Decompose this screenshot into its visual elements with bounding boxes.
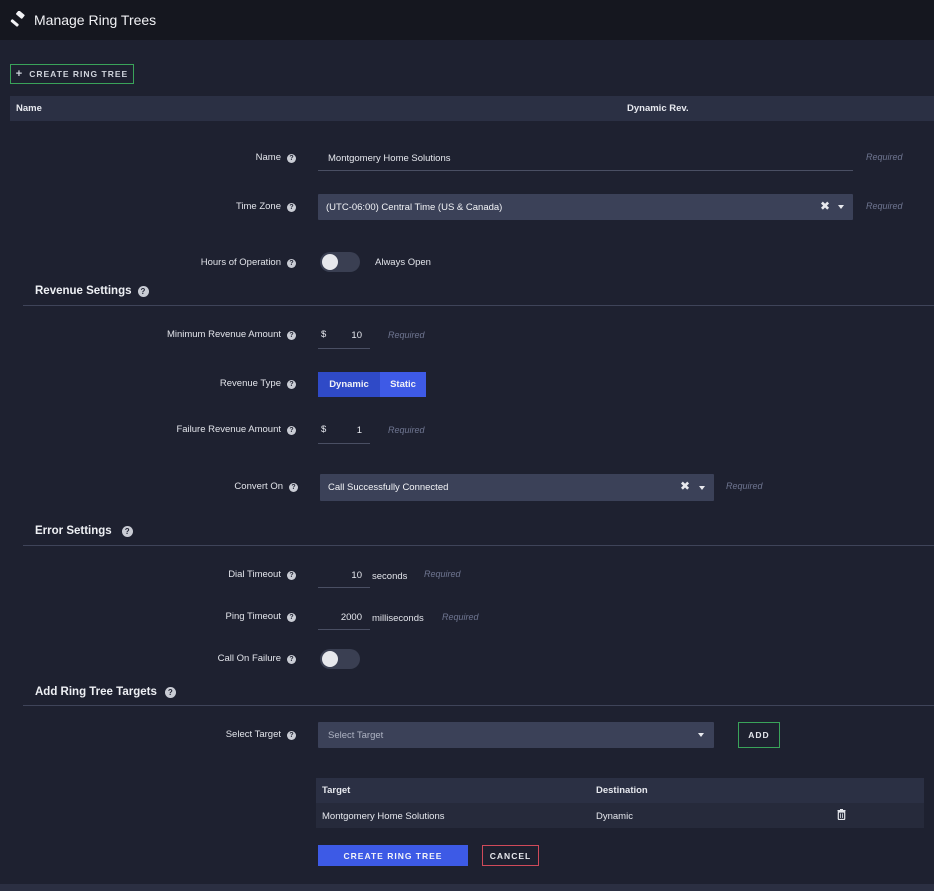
select-target-dropdown[interactable]: Select Target	[318, 722, 714, 748]
help-icon[interactable]: ?	[287, 259, 296, 268]
plus-icon: +	[15, 68, 24, 80]
column-dynamic-rev: Dynamic Rev.	[627, 103, 689, 114]
gavel-icon	[10, 11, 25, 27]
help-icon[interactable]: ?	[287, 154, 296, 163]
chevron-down-icon[interactable]	[838, 205, 844, 209]
column-target: Target	[322, 785, 351, 796]
min-revenue-required: Required	[388, 330, 425, 340]
time-zone-select[interactable]: (UTC-06:00) Central Time (US & Canada) ✖	[318, 194, 853, 220]
dial-timeout-unit: seconds	[372, 571, 408, 582]
failure-revenue-required: Required	[388, 425, 425, 435]
revenue-settings-title: Revenue Settings?	[35, 285, 149, 297]
chevron-down-icon[interactable]	[698, 733, 704, 737]
clear-icon[interactable]: ✖	[680, 480, 690, 492]
dial-timeout-input[interactable]: 10	[318, 562, 370, 588]
error-settings-title: Error Settings?	[35, 525, 133, 537]
column-name: Name	[16, 103, 42, 114]
top-bar: Manage Ring Trees	[0, 0, 934, 40]
target-cell: Montgomery Home Solutions	[322, 811, 445, 822]
select-target-label: Select Target?	[140, 729, 296, 740]
create-ring-tree-label: CREATE RING TREE	[29, 69, 129, 79]
hours-value: Always Open	[375, 257, 431, 268]
ping-timeout-required: Required	[442, 612, 479, 622]
convert-on-required: Required	[726, 481, 763, 491]
targets-table-header: Target Destination	[316, 778, 924, 803]
currency-symbol: $	[321, 329, 327, 340]
name-required: Required	[866, 152, 903, 162]
name-input[interactable]: Montgomery Home Solutions	[318, 145, 853, 171]
bottom-bar	[0, 884, 934, 891]
help-icon[interactable]: ?	[121, 526, 133, 537]
failure-revenue-label: Failure Revenue Amount?	[100, 424, 296, 435]
trash-icon[interactable]	[837, 809, 846, 820]
call-on-failure-toggle[interactable]	[320, 649, 360, 669]
destination-cell: Dynamic	[596, 811, 633, 822]
help-icon[interactable]: ?	[137, 286, 149, 297]
currency-symbol: $	[321, 424, 327, 435]
column-destination: Destination	[596, 785, 648, 796]
revenue-type-dynamic[interactable]: Dynamic	[318, 372, 380, 397]
table-row: Montgomery Home Solutions Dynamic	[316, 803, 924, 828]
ping-timeout-input[interactable]: 2000	[318, 604, 370, 630]
help-icon[interactable]: ?	[287, 380, 296, 389]
help-icon[interactable]: ?	[289, 483, 298, 492]
toggle-knob	[322, 651, 338, 667]
clear-icon[interactable]: ✖	[820, 200, 830, 212]
convert-on-label: Convert On?	[140, 481, 298, 492]
cancel-button[interactable]: CANCEL	[482, 845, 539, 866]
help-icon[interactable]: ?	[164, 687, 176, 698]
ring-tree-table-header: Name Dynamic Rev.	[10, 96, 934, 121]
ping-timeout-unit: milliseconds	[372, 613, 424, 624]
page-title: Manage Ring Trees	[34, 12, 157, 28]
create-ring-tree-submit-button[interactable]: CREATE RING TREE	[318, 845, 468, 866]
add-targets-title: Add Ring Tree Targets?	[35, 686, 176, 698]
help-icon[interactable]: ?	[287, 613, 296, 622]
call-on-failure-label: Call On Failure?	[140, 653, 296, 664]
dial-timeout-label: Dial Timeout?	[140, 569, 296, 580]
help-icon[interactable]: ?	[287, 655, 296, 664]
min-revenue-label: Minimum Revenue Amount?	[100, 329, 296, 340]
revenue-type-static[interactable]: Static	[380, 372, 426, 397]
chevron-down-icon[interactable]	[699, 486, 705, 490]
divider	[23, 305, 934, 306]
create-ring-tree-button[interactable]: + CREATE RING TREE	[10, 64, 134, 84]
help-icon[interactable]: ?	[287, 731, 296, 740]
time-zone-required: Required	[866, 201, 903, 211]
toggle-knob	[322, 254, 338, 270]
divider	[23, 545, 934, 546]
time-zone-label: Time Zone?	[140, 201, 296, 212]
add-target-button[interactable]: ADD	[738, 722, 780, 748]
divider	[23, 705, 934, 706]
convert-on-select[interactable]: Call Successfully Connected ✖	[320, 474, 714, 501]
dial-timeout-required: Required	[424, 569, 461, 579]
help-icon[interactable]: ?	[287, 571, 296, 580]
ping-timeout-label: Ping Timeout?	[140, 611, 296, 622]
help-icon[interactable]: ?	[287, 331, 296, 340]
help-icon[interactable]: ?	[287, 203, 296, 212]
hours-label: Hours of Operation?	[140, 257, 296, 268]
min-revenue-input[interactable]: $ 10	[318, 322, 370, 349]
failure-revenue-input[interactable]: $ 1	[318, 417, 370, 444]
help-icon[interactable]: ?	[287, 426, 296, 435]
name-label: Name?	[140, 152, 296, 163]
hours-toggle[interactable]	[320, 252, 360, 272]
revenue-type-label: Revenue Type?	[140, 378, 296, 389]
